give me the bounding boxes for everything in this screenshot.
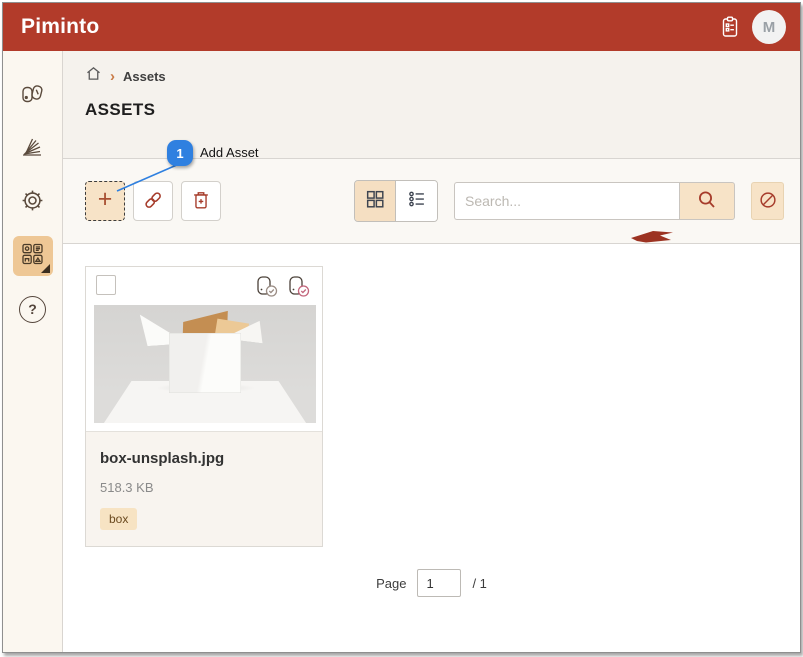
sidebar-item-help[interactable]: ? <box>13 289 53 329</box>
help-glyph: ? <box>28 301 37 317</box>
sidebar-item-assets[interactable] <box>13 236 53 276</box>
pagination: Page / 1 <box>85 569 778 597</box>
avatar-initial: M <box>763 19 776 36</box>
active-corner-marker <box>41 264 50 273</box>
sidebar-item-settings[interactable] <box>13 183 53 223</box>
sidebar-item-products[interactable] <box>13 77 53 117</box>
photo-box-body <box>169 333 241 393</box>
search-input[interactable] <box>454 182 679 220</box>
home-icon[interactable] <box>85 65 102 87</box>
asset-thumbnail[interactable] <box>94 305 316 423</box>
grid-view-button[interactable] <box>355 181 396 221</box>
grid-view-icon <box>364 188 386 215</box>
block-icon <box>757 189 779 214</box>
view-toggle <box>354 180 438 222</box>
asset-card-icons <box>254 275 314 299</box>
toolbar-left-group: + <box>85 181 221 221</box>
list-view-button[interactable] <box>396 181 437 221</box>
pagination-total: / 1 <box>472 576 486 591</box>
chain-link-icon <box>142 189 164 214</box>
asset-list-section: box-unsplash.jpg 518.3 KB box Page / 1 <box>63 244 800 653</box>
asset-card-info: box-unsplash.jpg 518.3 KB box <box>86 431 322 546</box>
asset-filename: box-unsplash.jpg <box>100 450 308 467</box>
callout-label: Add Asset <box>200 145 259 160</box>
breadcrumb: › Assets <box>85 67 778 85</box>
delete-assets-button[interactable] <box>181 181 221 221</box>
sidebar: ? <box>3 51 63 653</box>
search-icon <box>695 188 719 215</box>
breadcrumb-separator-icon: › <box>110 69 115 84</box>
user-avatar[interactable]: M <box>752 10 786 44</box>
header-actions: M <box>718 10 786 44</box>
breadcrumb-current[interactable]: Assets <box>123 69 166 84</box>
asset-tag: box <box>100 508 137 530</box>
fan-stack-icon <box>19 134 46 166</box>
toolbar-right-group <box>354 180 784 222</box>
asset-card-toolbar <box>94 275 314 303</box>
app-body: ? › Assets ASSETS <box>3 51 800 653</box>
page-number-input[interactable] <box>417 569 461 597</box>
help-icon: ? <box>19 296 46 323</box>
clipboard-icon[interactable] <box>718 15 742 39</box>
trash-icon <box>190 189 212 214</box>
clear-search-button[interactable] <box>751 182 784 220</box>
search-group <box>454 182 735 220</box>
asset-filesize: 518.3 KB <box>100 480 308 495</box>
books-icon <box>19 81 46 113</box>
asset-select-checkbox[interactable] <box>96 275 116 295</box>
callout-step-badge: 1 <box>167 140 193 166</box>
linked-model-check-icon[interactable] <box>286 275 314 299</box>
sidebar-item-collections[interactable] <box>13 130 53 170</box>
app-header: Piminto M <box>3 3 800 51</box>
gear-icon <box>19 187 46 219</box>
asset-card-top <box>86 267 322 431</box>
search-button[interactable] <box>679 182 735 220</box>
list-view-icon <box>406 188 428 215</box>
asset-card[interactable]: box-unsplash.jpg 518.3 KB box <box>85 266 323 547</box>
app-window: Piminto M <box>2 2 801 653</box>
link-assets-button[interactable] <box>133 181 173 221</box>
linked-product-check-icon[interactable] <box>254 275 282 299</box>
app-title: Piminto <box>21 15 99 39</box>
pagination-label: Page <box>376 576 406 591</box>
plus-icon: + <box>98 187 113 212</box>
toolbar: + <box>63 159 800 244</box>
add-asset-button[interactable]: + <box>85 181 125 221</box>
page-title: ASSETS <box>85 100 778 120</box>
